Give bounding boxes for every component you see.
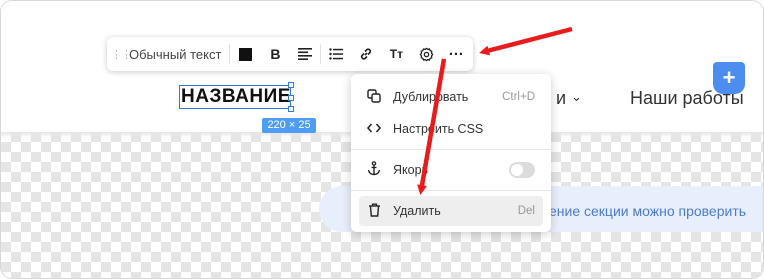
link-icon <box>361 48 372 60</box>
menu-divider <box>351 190 551 191</box>
menu-item-delete[interactable]: Удалить Del <box>359 196 543 226</box>
resize-handle-right[interactable] <box>288 95 294 101</box>
align-button[interactable] <box>290 37 320 71</box>
menu-item-label: Удалить <box>393 204 441 218</box>
nav-item-partial[interactable]: и <box>556 88 566 109</box>
menu-item-css[interactable]: Настроить CSS <box>359 114 543 144</box>
text-toolbar: ⋮⋮ Обычный текст B Тт ··· <box>107 37 473 71</box>
plus-icon: + <box>722 65 736 90</box>
info-banner-text: ение секции можно проверить <box>549 203 747 219</box>
more-icon: ··· <box>448 45 464 63</box>
link-button[interactable] <box>351 37 381 71</box>
bold-button[interactable]: B <box>260 37 290 71</box>
menu-item-label: Настроить CSS <box>393 122 484 136</box>
code-icon <box>365 122 383 137</box>
text-size-icon: Тт <box>389 47 404 61</box>
text-style-select[interactable]: Обычный текст <box>129 47 221 62</box>
trash-icon <box>365 203 383 220</box>
menu-item-label: Якорь <box>393 163 429 177</box>
resize-handle-bottom-right[interactable] <box>288 106 294 112</box>
menu-item-shortcut: Ctrl+D <box>502 91 535 103</box>
drag-handle-icon[interactable]: ⋮⋮ <box>111 48 132 61</box>
color-swatch <box>238 47 252 61</box>
context-menu: Дублировать Ctrl+D Настроить CSS Якорь У… <box>351 74 551 232</box>
text-size-button[interactable]: Тт <box>381 37 411 71</box>
menu-item-anchor[interactable]: Якорь <box>359 155 543 185</box>
settings-icon <box>419 47 434 61</box>
anchor-icon <box>365 161 383 179</box>
more-button[interactable]: ··· <box>441 37 471 71</box>
bold-icon: B <box>270 46 281 62</box>
menu-divider <box>351 149 551 150</box>
list-icon <box>329 48 344 60</box>
chevron-down-icon[interactable]: ⌄ <box>571 89 582 105</box>
toggle-knob <box>511 164 523 176</box>
resize-handle-top-right[interactable] <box>288 82 294 88</box>
list-button[interactable] <box>321 37 351 71</box>
color-button[interactable] <box>230 37 260 71</box>
duplicate-icon <box>365 88 383 106</box>
align-icon <box>298 48 313 60</box>
anchor-toggle[interactable] <box>509 162 535 178</box>
page-title[interactable]: НАЗВАНИЕ <box>181 86 291 108</box>
add-block-button[interactable]: + <box>713 62 745 94</box>
menu-item-label: Дублировать <box>393 90 469 104</box>
menu-item-shortcut: Del <box>517 205 535 217</box>
menu-item-duplicate[interactable]: Дублировать Ctrl+D <box>359 82 543 112</box>
editor-canvas: и ⌄ Наши работы + НАЗВАНИЕ 220 × 25 ение… <box>0 0 764 279</box>
settings-button[interactable] <box>411 37 441 71</box>
size-indicator: 220 × 25 <box>262 118 316 133</box>
